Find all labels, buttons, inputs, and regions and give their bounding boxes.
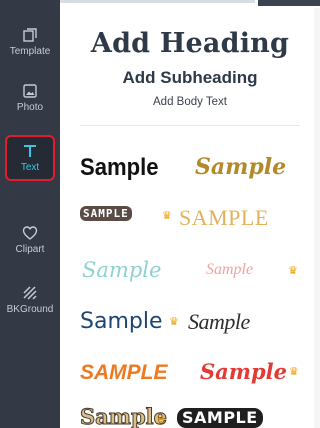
- sidebar-item-label: Template: [9, 46, 51, 57]
- background-hatch-icon: [23, 286, 37, 300]
- text-style-sample[interactable]: Sample: [80, 311, 163, 333]
- sidebar-item-label: Text: [20, 162, 40, 173]
- text-style-sample[interactable]: SAMPLE: [80, 206, 132, 221]
- top-accent-bar: [258, 0, 320, 6]
- text-style-sample[interactable]: Sample: [79, 406, 167, 428]
- divider: [80, 125, 300, 126]
- text-style-sample[interactable]: SAMPLE: [177, 408, 263, 428]
- sidebar: Template Photo Text Clipart BKGround: [0, 0, 60, 428]
- text-style-sample[interactable]: SAMPLE: [179, 207, 269, 229]
- crown-icon: ♛: [162, 210, 172, 222]
- crown-icon: ♛: [289, 366, 299, 378]
- sidebar-item-clipart[interactable]: Clipart: [0, 214, 60, 266]
- crown-icon: ♛: [169, 316, 179, 328]
- sidebar-item-photo[interactable]: Photo: [0, 72, 60, 124]
- text-panel: Add Heading Add Subheading Add Body Text…: [60, 8, 320, 428]
- text-style-sample[interactable]: SAMPLE: [80, 362, 168, 383]
- sidebar-item-text[interactable]: Text: [5, 135, 55, 181]
- text-style-sample[interactable]: Sample: [188, 311, 250, 333]
- crown-icon: ♛: [288, 265, 298, 277]
- crown-icon: ♛: [156, 414, 166, 426]
- add-subheading-button[interactable]: Add Subheading: [60, 68, 320, 88]
- text-style-sample[interactable]: Sample: [80, 156, 159, 180]
- sidebar-item-background[interactable]: BKGround: [0, 274, 60, 326]
- sidebar-item-label: Clipart: [15, 244, 45, 255]
- text-icon: [24, 145, 36, 157]
- sidebar-item-label: BKGround: [6, 304, 54, 315]
- photo-icon: [23, 84, 37, 98]
- heart-icon: [22, 226, 38, 240]
- text-style-sample[interactable]: Sample: [200, 361, 287, 382]
- text-style-sample[interactable]: Sample: [82, 260, 161, 281]
- sidebar-item-label: Photo: [16, 102, 44, 113]
- text-style-sample[interactable]: Sample: [206, 262, 253, 278]
- scrollbar-track[interactable]: [314, 8, 320, 428]
- text-style-sample[interactable]: Sample: [195, 156, 286, 178]
- sidebar-item-template[interactable]: Template: [0, 16, 60, 68]
- template-icon: [23, 28, 37, 42]
- add-heading-button[interactable]: Add Heading: [60, 28, 320, 59]
- add-body-text-button[interactable]: Add Body Text: [60, 96, 320, 108]
